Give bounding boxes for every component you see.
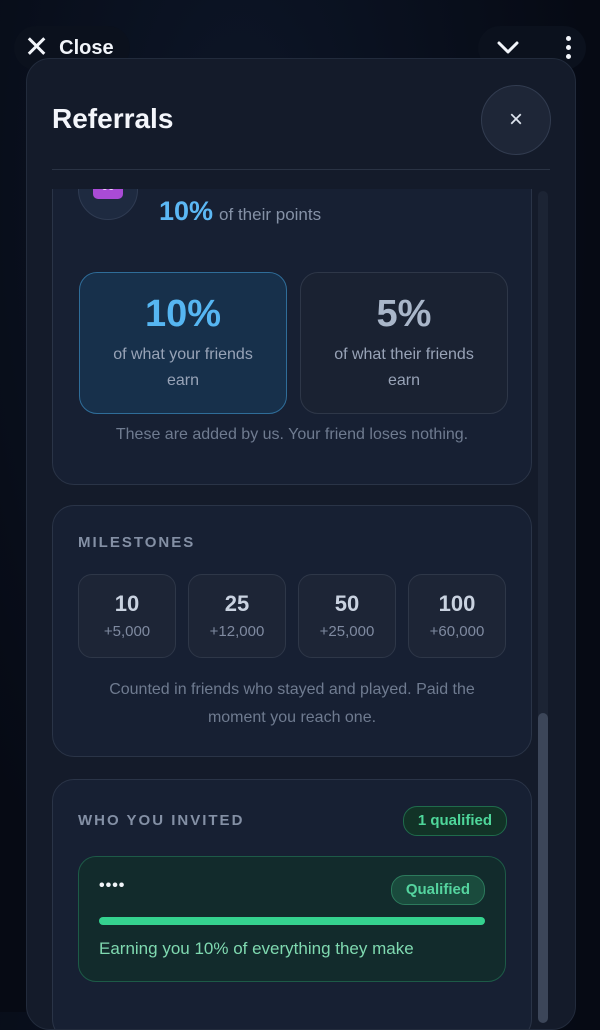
tier-direct-value: 10%: [144, 293, 222, 335]
reward-percent-suffix: of their points: [219, 205, 322, 224]
scroll-content[interactable]: ∞ 10% of their points 10% of what your fr…: [27, 189, 575, 1029]
close-label: Close: [59, 36, 114, 59]
kebab-icon[interactable]: [566, 36, 572, 62]
tier-indirect-value: 5%: [376, 293, 432, 335]
invited-card: WHO YOU INVITED 1 qualified •••• Qualifi…: [52, 779, 532, 1029]
rewards-note: These are added by us. Your friend loses…: [115, 426, 469, 443]
tier-direct-card: 10% of what your friends earn: [79, 272, 287, 414]
tier-indirect-card: 5% of what their friends earn: [300, 272, 508, 414]
friend-name: ••••: [99, 877, 126, 894]
reward-percent: 10%: [159, 196, 214, 226]
milestone-item: 10 +5,000: [78, 574, 176, 658]
milestone-reward: +12,000: [209, 623, 265, 640]
milestones-note: Counted in friends who stayed and played…: [109, 681, 475, 726]
friend-progress-fill: [99, 917, 485, 925]
milestone-count: 10: [114, 591, 140, 616]
milestone-count: 25: [224, 591, 250, 616]
milestone-reward: +5,000: [103, 623, 151, 640]
tier-direct-label: of what your friends earn: [113, 346, 253, 389]
status-badge: Qualified: [390, 875, 485, 905]
page-title: Referrals: [52, 103, 174, 134]
milestone-item: 25 +12,000: [188, 574, 286, 658]
friend-earning-text: Earning you 10% of everything they make: [99, 939, 414, 958]
milestones-card: MILESTONES 10 +5,000 25 +12,000 50 +25,0…: [52, 505, 532, 757]
milestone-count: 50: [334, 591, 360, 616]
reward-summary: 10% of their points: [159, 196, 321, 227]
scrollbar-thumb[interactable]: [538, 713, 548, 1023]
rewards-card: ∞ 10% of their points 10% of what your fr…: [52, 189, 532, 485]
milestone-item: 100 +60,000: [408, 574, 506, 658]
avatar: ∞: [78, 189, 138, 220]
milestone-count: 100: [438, 591, 476, 616]
referrals-sheet: Referrals × ∞ 10% of their points 10% of …: [26, 58, 576, 1030]
invited-friend-row[interactable]: •••• Qualified Earning you 10% of everyt…: [78, 856, 506, 982]
friend-progress-bar: [99, 917, 485, 925]
milestone-reward: +25,000: [319, 623, 375, 640]
sheet-close-button[interactable]: ×: [481, 85, 551, 155]
milestone-reward: +60,000: [429, 623, 485, 640]
invited-title: WHO YOU INVITED: [78, 812, 245, 829]
tier-indirect-label: of what their friends earn: [334, 346, 474, 389]
header-divider: [52, 169, 550, 170]
qualified-count-badge: 1 qualified: [402, 806, 507, 836]
milestones-title: MILESTONES: [78, 534, 196, 551]
infinity-icon: ∞: [93, 189, 123, 199]
milestone-item: 50 +25,000: [298, 574, 396, 658]
